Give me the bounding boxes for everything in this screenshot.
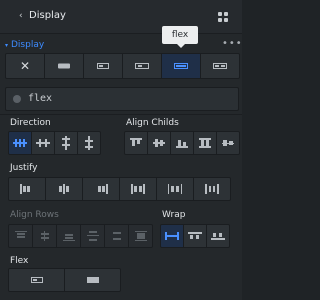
grid-icon[interactable] xyxy=(218,12,228,22)
flex-label: Flex xyxy=(10,256,29,266)
wrap-icon xyxy=(188,232,202,240)
direction-row-reverse-button[interactable] xyxy=(32,132,55,154)
align-rows-around-icon xyxy=(111,231,123,241)
align-rows-stretch-button[interactable] xyxy=(129,225,152,247)
display-inline-button[interactable] xyxy=(123,54,162,78)
display-section-title[interactable]: ▾ Display xyxy=(5,40,44,50)
align-stretch-icon xyxy=(199,138,211,148)
display-value-input[interactable]: flex xyxy=(5,87,239,111)
header-title: Display xyxy=(29,10,66,21)
align-rows-end-button[interactable] xyxy=(57,225,81,247)
align-rows-between-icon xyxy=(86,231,99,241)
display-value: flex xyxy=(28,93,53,104)
justify-between-button[interactable] xyxy=(120,178,157,200)
flex-tooltip: flex xyxy=(162,26,198,48)
chevron-left-icon[interactable]: ‹ xyxy=(19,11,23,21)
wrap-nowrap-button[interactable] xyxy=(161,225,184,247)
inline-block-icon xyxy=(97,63,109,69)
align-rows-start-button[interactable] xyxy=(9,225,33,247)
panel-header: ‹ Display xyxy=(0,0,242,34)
align-rows-start-icon xyxy=(14,231,27,241)
justify-center-icon xyxy=(57,184,71,194)
align-childs-label: Align Childs xyxy=(126,118,179,128)
align-rows-end-icon xyxy=(62,231,75,241)
display-type-selector: ✕ xyxy=(5,53,240,79)
flex-group xyxy=(8,268,121,292)
nowrap-icon xyxy=(165,232,179,240)
direction-column-reverse-icon xyxy=(85,136,93,150)
justify-label: Justify xyxy=(10,163,38,173)
justify-group xyxy=(8,177,231,201)
align-rows-stretch-icon xyxy=(134,231,147,241)
align-rows-center-icon xyxy=(39,231,51,241)
direction-group xyxy=(8,131,101,155)
divider xyxy=(0,114,242,115)
display-block-button[interactable] xyxy=(45,54,84,78)
align-rows-between-button[interactable] xyxy=(81,225,105,247)
wrap-wrap-button[interactable] xyxy=(184,225,207,247)
inline-icon xyxy=(135,63,149,69)
align-baseline-icon xyxy=(222,138,234,148)
align-end-button[interactable] xyxy=(171,132,194,154)
direction-row-button[interactable] xyxy=(9,132,32,154)
block-icon xyxy=(58,63,70,69)
caret-down-icon: ▾ xyxy=(5,42,9,49)
justify-end-icon xyxy=(94,184,108,194)
direction-column-button[interactable] xyxy=(55,132,78,154)
justify-end-button[interactable] xyxy=(83,178,120,200)
align-start-button[interactable] xyxy=(125,132,148,154)
display-panel: ‹ Display ▾ Display ••• ✕ flex flex Dire… xyxy=(0,0,242,300)
display-inline-flex-button[interactable] xyxy=(201,54,239,78)
wrap-label: Wrap xyxy=(162,210,186,220)
flex-shrink-icon xyxy=(30,277,43,283)
align-center-button[interactable] xyxy=(148,132,171,154)
justify-evenly-button[interactable] xyxy=(194,178,230,200)
align-rows-center-button[interactable] xyxy=(33,225,57,247)
justify-center-button[interactable] xyxy=(46,178,83,200)
inline-flex-icon xyxy=(213,63,227,69)
align-rows-group xyxy=(8,224,153,248)
direction-column-icon xyxy=(62,136,70,150)
justify-between-icon xyxy=(131,184,145,194)
flex-grow-button[interactable] xyxy=(65,269,120,291)
justify-around-icon xyxy=(168,184,182,194)
direction-label: Direction xyxy=(10,118,51,128)
align-rows-label: Align Rows xyxy=(10,210,59,220)
wrap-group xyxy=(160,224,230,248)
align-end-icon xyxy=(176,138,188,148)
display-none-button[interactable]: ✕ xyxy=(6,54,45,78)
wrap-reverse-icon xyxy=(211,232,225,240)
display-inline-block-button[interactable] xyxy=(84,54,123,78)
direction-row-icon xyxy=(13,139,27,147)
justify-evenly-icon xyxy=(205,184,219,194)
variable-dot-icon[interactable] xyxy=(13,95,21,103)
justify-start-icon xyxy=(20,184,34,194)
direction-column-reverse-button[interactable] xyxy=(78,132,100,154)
align-baseline-button[interactable] xyxy=(217,132,239,154)
justify-start-button[interactable] xyxy=(9,178,46,200)
align-rows-around-button[interactable] xyxy=(105,225,129,247)
display-flex-button[interactable] xyxy=(162,54,201,78)
flex-shrink-button[interactable] xyxy=(9,269,65,291)
align-start-icon xyxy=(130,138,142,148)
flex-grow-icon xyxy=(86,277,99,283)
direction-row-reverse-icon xyxy=(36,139,50,147)
close-icon: ✕ xyxy=(19,59,31,73)
align-stretch-button[interactable] xyxy=(194,132,217,154)
flex-icon xyxy=(174,63,188,69)
wrap-reverse-button[interactable] xyxy=(207,225,229,247)
align-childs-group xyxy=(124,131,240,155)
justify-around-button[interactable] xyxy=(157,178,194,200)
align-center-icon xyxy=(153,138,165,148)
more-dots-icon[interactable]: ••• xyxy=(222,38,243,49)
